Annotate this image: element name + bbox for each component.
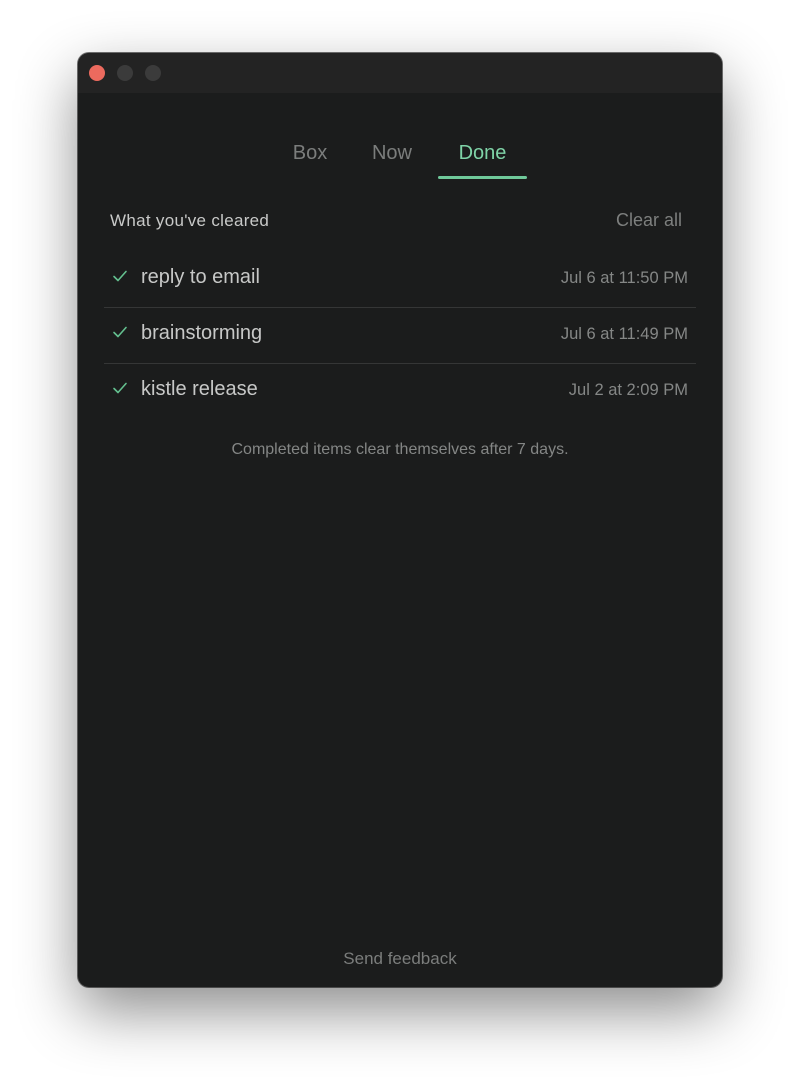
item-title: reply to email xyxy=(141,266,260,288)
title-bar xyxy=(78,53,722,93)
active-tab-indicator xyxy=(438,176,527,179)
item-title: brainstorming xyxy=(141,322,263,344)
item-timestamp: Jul 6 at 11:50 PM xyxy=(560,269,688,287)
tab-done[interactable]: Done xyxy=(438,139,527,179)
check-icon xyxy=(113,382,127,394)
retention-note: Completed items clear themselves after 7… xyxy=(231,441,569,458)
list-item[interactable]: reply to email Jul 6 at 11:50 PM xyxy=(104,252,696,308)
cleared-items-list: reply to email Jul 6 at 11:50 PM brainst… xyxy=(104,252,696,419)
tab-box[interactable]: Box xyxy=(280,139,340,179)
check-icon xyxy=(113,326,127,338)
item-timestamp: Jul 2 at 2:09 PM xyxy=(568,381,688,399)
item-timestamp: Jul 6 at 11:49 PM xyxy=(560,325,688,343)
tab-now[interactable]: Now xyxy=(362,139,422,179)
section-title: What you've cleared xyxy=(110,211,270,230)
tab-bar: Box Now Done xyxy=(78,139,722,181)
check-icon xyxy=(113,270,127,282)
zoom-window-button[interactable] xyxy=(145,65,161,81)
minimize-window-button[interactable] xyxy=(117,65,133,81)
close-window-button[interactable] xyxy=(89,65,105,81)
send-feedback-link[interactable]: Send feedback xyxy=(78,949,722,969)
section-header: What you've cleared Clear all xyxy=(110,209,684,235)
list-item[interactable]: kistle release Jul 2 at 2:09 PM xyxy=(104,364,696,419)
list-item[interactable]: brainstorming Jul 6 at 11:49 PM xyxy=(104,308,696,364)
app-window: Box Now Done What you've cleared Clear a… xyxy=(78,53,722,987)
item-title: kistle release xyxy=(141,378,258,400)
clear-all-button[interactable]: Clear all xyxy=(616,210,682,231)
